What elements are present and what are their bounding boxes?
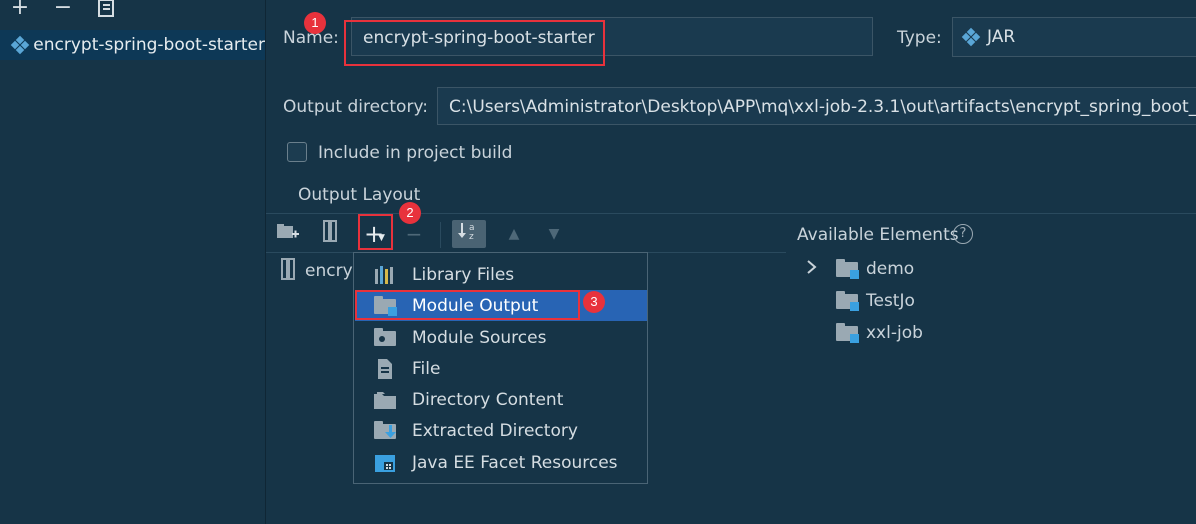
include-in-build-label: Include in project build — [318, 143, 513, 163]
include-in-build-checkbox[interactable] — [287, 142, 307, 162]
annotation-badge-3: 3 — [583, 291, 605, 313]
javaee-icon — [374, 453, 396, 473]
jar-icon — [10, 35, 30, 55]
available-elements-title: Available Elements — [797, 225, 959, 245]
type-select[interactable]: JAR — [952, 17, 1196, 57]
artifact-list-item[interactable]: encrypt-spring-boot-starter — [0, 30, 265, 60]
add-icon[interactable]: + — [9, 0, 31, 19]
archive-icon — [280, 258, 296, 285]
svg-text:z: z — [469, 232, 474, 241]
remove-icon[interactable]: − — [402, 220, 426, 248]
jar-icon — [961, 27, 981, 47]
directory-icon — [374, 390, 396, 410]
available-item-demo[interactable]: demo — [836, 259, 914, 279]
module-folder-icon — [836, 291, 859, 311]
type-value: JAR — [987, 27, 1016, 47]
annotation-badge-1: 1 — [304, 12, 326, 34]
module-sources-icon — [374, 327, 396, 348]
file-icon — [374, 358, 396, 379]
add-element-menu: Library Files Module Output Module Sourc… — [353, 252, 648, 484]
available-item-testjo[interactable]: TestJo — [836, 291, 915, 311]
library-icon — [374, 265, 396, 285]
output-directory-label: Output directory: — [283, 97, 428, 117]
menu-item-library-files[interactable]: Library Files — [355, 259, 647, 290]
type-label: Type: — [897, 28, 942, 48]
output-layout-title: Output Layout — [298, 185, 421, 205]
toolbar-separator — [440, 222, 441, 248]
annotation-box-3 — [355, 290, 580, 320]
menu-item-extracted-directory[interactable]: Extracted Directory — [355, 415, 647, 446]
annotation-box-2 — [358, 214, 393, 250]
menu-item-directory-content[interactable]: Directory Content — [355, 384, 647, 415]
module-folder-icon — [836, 259, 859, 279]
remove-icon[interactable]: − — [52, 0, 74, 19]
expand-chevron-icon[interactable] — [806, 259, 818, 279]
annotation-box-1 — [344, 20, 605, 66]
sort-alphabetically-icon[interactable]: az — [452, 220, 486, 248]
help-icon[interactable]: ? — [953, 224, 973, 244]
available-item-xxl-job[interactable]: xxl-job — [836, 323, 923, 343]
create-archive-icon[interactable] — [318, 220, 342, 248]
output-directory-input[interactable]: C:\Users\Administrator\Desktop\APP\mq\xx… — [437, 87, 1196, 125]
menu-item-module-sources[interactable]: Module Sources — [355, 322, 647, 353]
create-directory-icon[interactable] — [276, 220, 300, 248]
extracted-directory-icon — [374, 420, 396, 441]
menu-item-javaee-facet-resources[interactable]: Java EE Facet Resources — [355, 447, 647, 478]
move-down-icon[interactable]: ▼ — [542, 220, 566, 248]
module-folder-icon — [836, 323, 859, 343]
artifacts-pane: + − encrypt-spring-boot-starter — [0, 0, 266, 524]
artifact-label: encrypt-spring-boot-starter — [33, 35, 265, 55]
copy-icon[interactable] — [95, 0, 117, 18]
move-up-icon[interactable]: ▲ — [502, 220, 526, 248]
menu-item-file[interactable]: File — [355, 353, 647, 384]
